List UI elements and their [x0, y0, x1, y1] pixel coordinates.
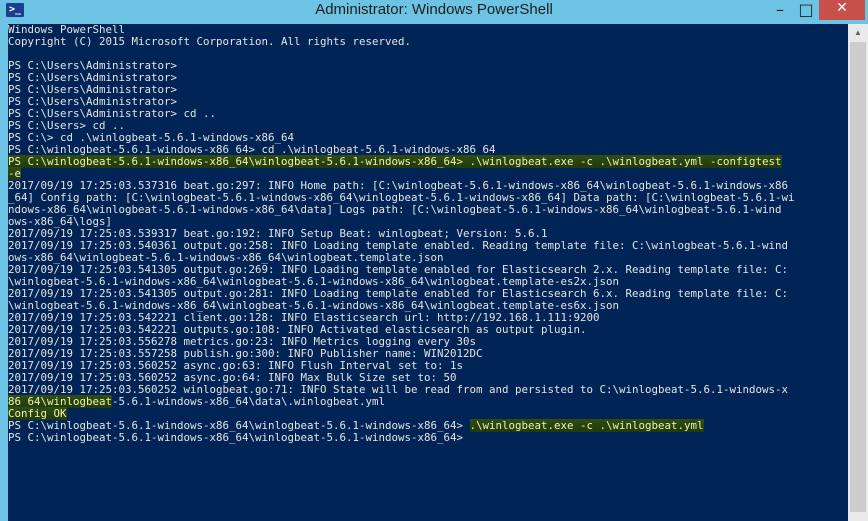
console-line: PS C:\Users\Administrator> cd ..	[8, 107, 217, 120]
console-line: Copyright (C) 2015 Microsoft Corporation…	[8, 35, 412, 48]
vertical-scrollbar[interactable]: ▲	[848, 24, 868, 521]
scroll-up-arrow-icon[interactable]: ▲	[848, 24, 868, 41]
console-line: PS C:\winlogbeat-5.6.1-windows-x86_64\wi…	[8, 431, 464, 444]
console-line: PS C:\winlogbeat-5.6.1-windows-x86_64\wi…	[8, 155, 795, 168]
console-text: -5.6.1-windows-x86_64\data\.winlogbeat.y…	[112, 395, 386, 408]
highlighted-text: .\winlogbeat.exe -c .\winlogbeat.yml	[469, 419, 704, 432]
title-bar[interactable]: >_ Administrator: Windows PowerShell – □…	[0, 0, 868, 24]
highlighted-text: PS C:\winlogbeat-5.6.1-windows-x86_64\wi…	[8, 155, 782, 168]
console-line: 86_64\winlogbeat-5.6.1-windows-x86_64\da…	[8, 395, 795, 408]
console-lines: Windows PowerShell Copyright (C) 2015 Mic…	[8, 24, 795, 444]
scrollbar-thumb[interactable]	[850, 42, 866, 512]
window-title: Administrator: Windows PowerShell	[315, 1, 553, 18]
close-button[interactable]: ✕	[819, 0, 865, 20]
console-output[interactable]: Windows PowerShell Copyright (C) 2015 Mic…	[8, 24, 848, 521]
minimize-button[interactable]: –	[767, 0, 793, 20]
console-line: ndows-x86_64\winlogbeat-5.6.1-windows-x8…	[8, 203, 782, 216]
maximize-button[interactable]: □	[793, 0, 819, 20]
powershell-window: >_ Administrator: Windows PowerShell – □…	[0, 0, 868, 521]
